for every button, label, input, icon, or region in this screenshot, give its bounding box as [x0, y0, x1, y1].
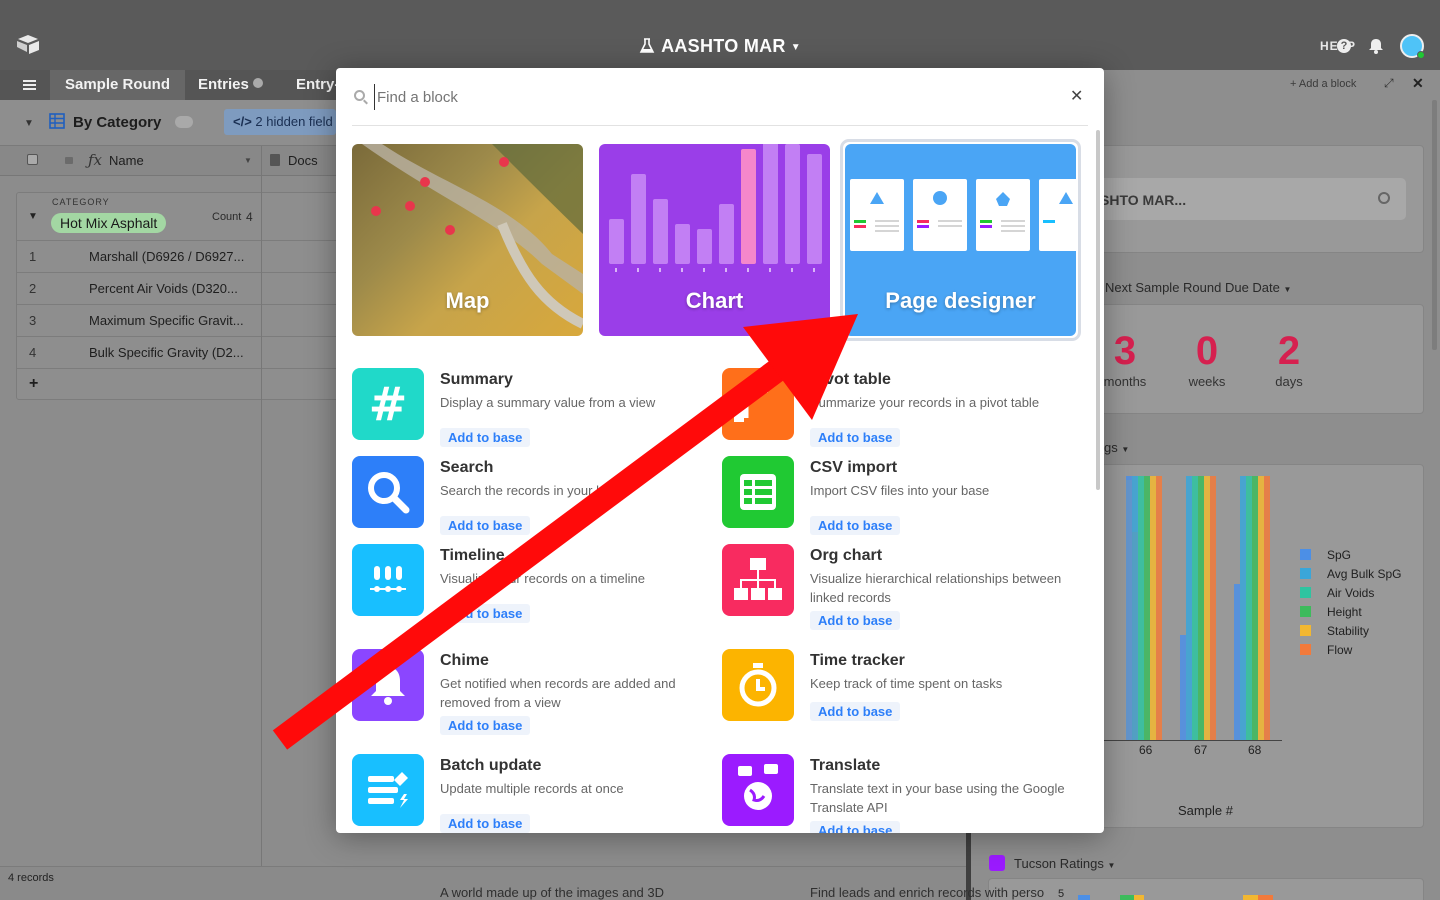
red-arrow-annotation [272, 314, 858, 750]
